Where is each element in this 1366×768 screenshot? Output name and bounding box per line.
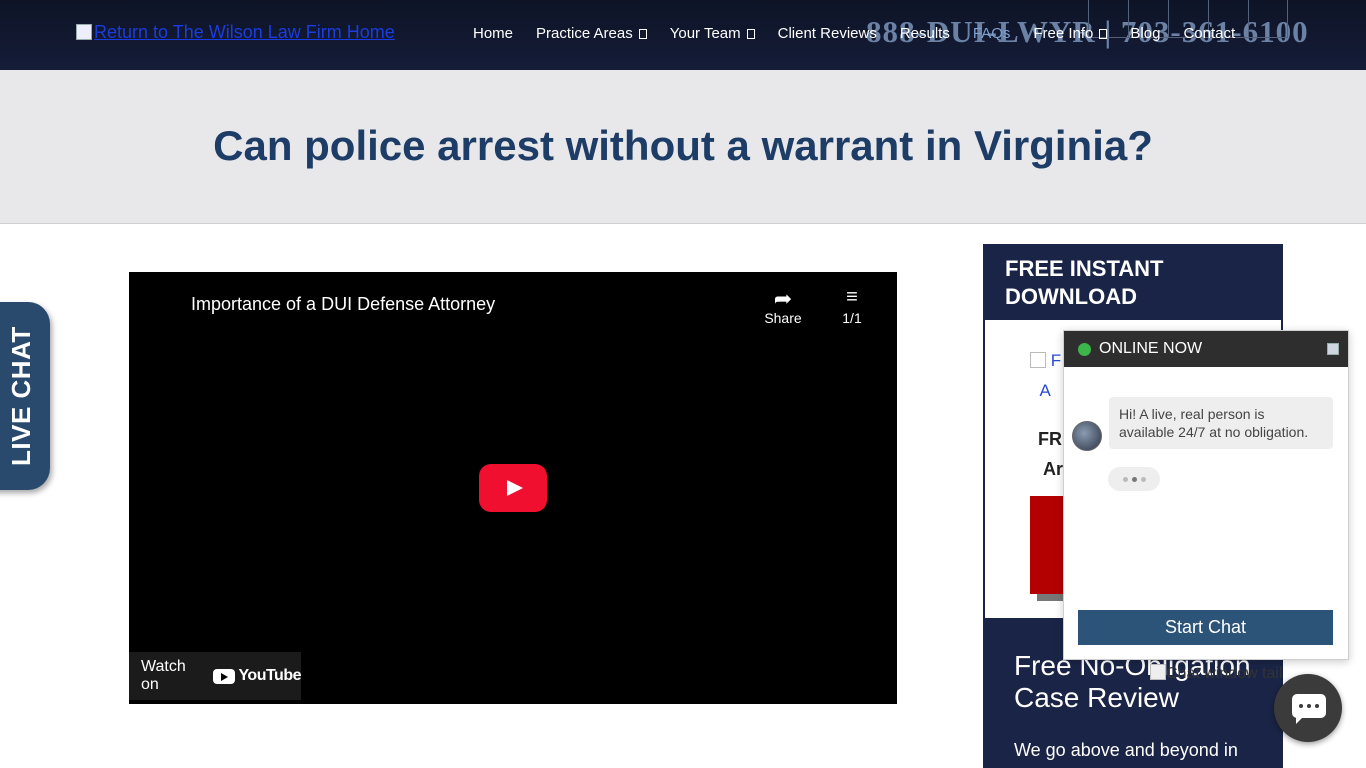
nav-client-reviews[interactable]: Client Reviews (778, 25, 877, 42)
download-text: FR Ar (1038, 424, 1063, 484)
start-chat-button[interactable]: Start Chat (1078, 610, 1333, 645)
share-icon: ➦ (773, 286, 793, 311)
broken-image-icon (1030, 352, 1046, 368)
nav-your-team[interactable]: Your Team (670, 25, 755, 42)
nav-blog[interactable]: Blog (1130, 25, 1160, 42)
chevron-down-icon (638, 28, 647, 39)
chat-widget: ONLINE NOW Hi! A live, real person is av… (1063, 330, 1349, 660)
broken-image-icon (1150, 664, 1166, 680)
minimize-icon[interactable] (1327, 343, 1339, 355)
youtube-play-icon (213, 668, 236, 684)
nav-label: FAQs (972, 25, 1011, 42)
chevron-down-icon (746, 28, 755, 39)
main-nav: Home Practice Areas Your Team Client Rev… (473, 25, 1258, 42)
logo-link[interactable]: Return to The Wilson Law Firm Home (76, 22, 395, 43)
play-button[interactable] (479, 464, 547, 512)
nav-label: Your Team (669, 25, 741, 42)
case-review-text: We go above and beyond in (1014, 740, 1238, 760)
live-chat-tab[interactable]: LIVE CHAT (0, 302, 50, 490)
youtube-video-embed[interactable]: Importance of a DUI Defense Attorney ➦ S… (129, 272, 897, 704)
youtube-wordmark: YouTube (238, 667, 301, 684)
broken-image-icon (76, 24, 92, 40)
nav-label: Results (899, 25, 950, 42)
watch-on-youtube-button[interactable]: Watch on YouTube (129, 652, 301, 700)
nav-faqs[interactable]: FAQs (973, 25, 1011, 42)
nav-label: Blog (1130, 25, 1161, 42)
nav-results[interactable]: Results (900, 25, 950, 42)
chat-launcher-button[interactable] (1274, 674, 1342, 742)
chat-status: ONLINE NOW (1099, 340, 1203, 357)
typing-indicator-icon (1108, 467, 1160, 491)
nav-practice-areas[interactable]: Practice Areas (536, 25, 647, 42)
page-title: Can police arrest without a warrant in V… (213, 122, 1153, 169)
nav-contact[interactable]: Contact (1183, 25, 1235, 42)
nav-label: Free Info (1033, 25, 1094, 42)
download-text-1: FR (1038, 429, 1062, 449)
agent-avatar (1072, 421, 1102, 451)
image-alt-2: A (1039, 381, 1051, 400)
share-button[interactable]: ➦ Share (763, 286, 803, 326)
playlist-button[interactable]: ≡ 1/1 (837, 286, 867, 326)
nav-label: Home (473, 25, 514, 42)
nav-label: Contact (1183, 25, 1236, 42)
chat-bubble-icon (1292, 694, 1326, 724)
video-title[interactable]: Importance of a DUI Defense Attorney (191, 294, 495, 315)
download-image-link[interactable]: F A (1030, 346, 1061, 406)
download-text-2: Ar (1043, 459, 1064, 479)
chevron-down-icon (1099, 28, 1108, 39)
image-alt-1: F (1050, 351, 1062, 370)
share-label: Share (764, 310, 802, 326)
chat-message: Hi! A live, real person is available 24/… (1109, 397, 1333, 449)
site-header: Return to The Wilson Law Firm Home 888-D… (0, 0, 1366, 70)
youtube-logo: YouTube (213, 667, 301, 685)
nav-free-info[interactable]: Free Info (1033, 25, 1108, 42)
live-chat-label: LIVE CHAT (6, 326, 36, 466)
nav-home[interactable]: Home (473, 25, 513, 42)
download-heading: FREE INSTANT DOWNLOAD (983, 244, 1283, 320)
online-status-icon (1078, 342, 1091, 356)
chat-header: ONLINE NOW (1064, 331, 1348, 367)
watch-on-label: Watch on (141, 658, 186, 693)
page-title-band: Can police arrest without a warrant in V… (0, 70, 1366, 224)
playlist-icon: ≡ (846, 286, 858, 308)
nav-label: Client Reviews (777, 25, 877, 42)
chat-tail-alt-text: Chat window tail (1166, 665, 1283, 682)
nav-label: Practice Areas (536, 25, 633, 42)
playlist-count: 1/1 (842, 310, 862, 326)
logo-alt-text: Return to The Wilson Law Firm Home (94, 22, 395, 42)
chat-tail-image: Chat window tail (1150, 664, 1283, 683)
